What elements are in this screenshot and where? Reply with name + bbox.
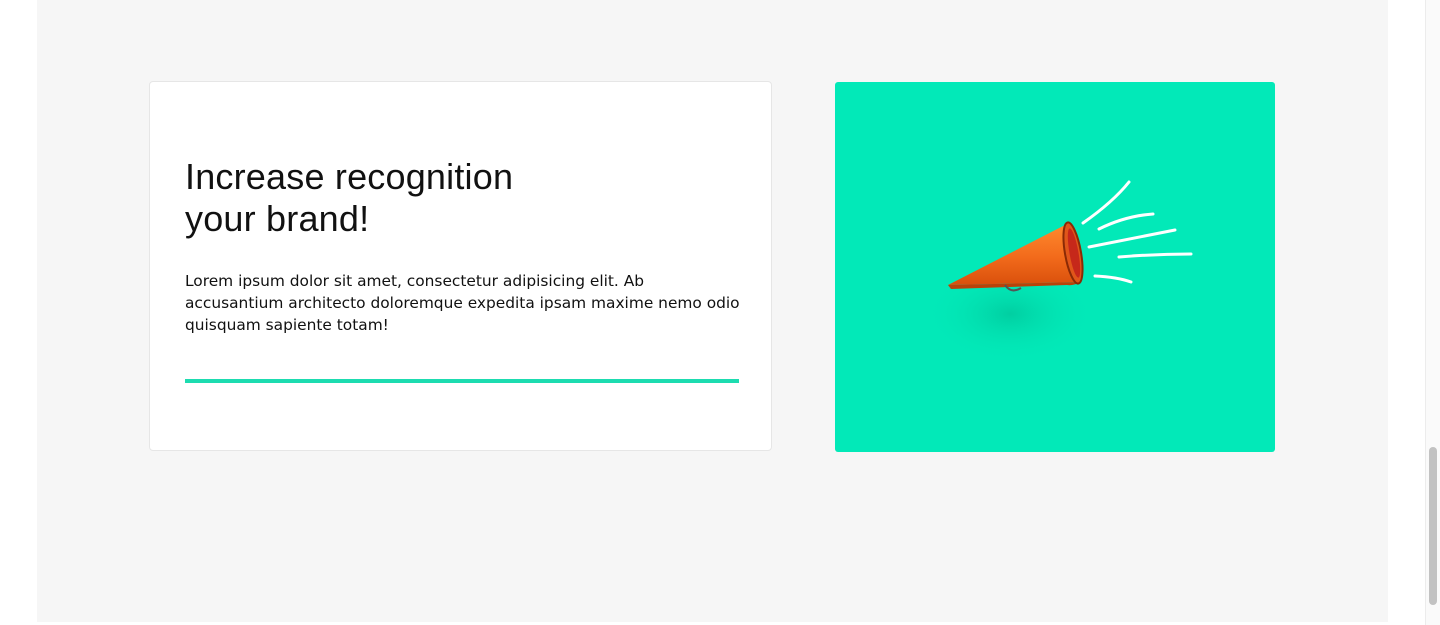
page: Increase recognition your brand! Lorem i… — [0, 0, 1440, 625]
feature-image — [835, 82, 1275, 452]
feature-card: Increase recognition your brand! Lorem i… — [149, 81, 772, 451]
accent-divider — [185, 379, 739, 383]
feature-title: Increase recognition your brand! — [185, 156, 605, 240]
megaphone-icon — [925, 180, 1193, 362]
feature-title-line-2: your brand! — [185, 198, 370, 239]
scrollbar-thumb[interactable] — [1429, 447, 1437, 605]
feature-description: Lorem ipsum dolor sit amet, consectetur … — [185, 272, 740, 334]
feature-title-line-1: Increase recognition — [185, 156, 514, 197]
